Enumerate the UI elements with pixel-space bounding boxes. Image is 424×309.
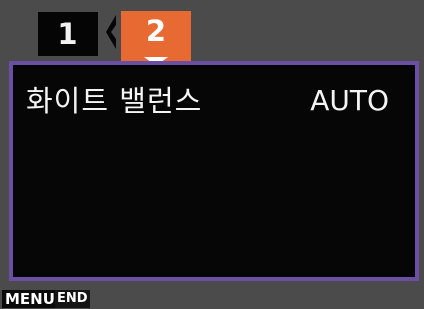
settings-panel: 화이트 밸런스 AUTO bbox=[9, 61, 419, 281]
end-label: END bbox=[55, 290, 90, 308]
tab-1[interactable]: 1 bbox=[38, 12, 98, 56]
menu-tab-bar: 1 2 bbox=[0, 0, 424, 74]
setting-label: 화이트 밸런스 bbox=[26, 84, 203, 118]
footer-bar: MENU END bbox=[0, 289, 424, 309]
menu-key[interactable]: MENU bbox=[2, 290, 58, 308]
chevron-left-icon[interactable] bbox=[103, 14, 117, 50]
tab-2-label: 2 bbox=[145, 14, 167, 48]
setting-value: AUTO bbox=[310, 84, 389, 117]
setting-row-white-balance[interactable]: 화이트 밸런스 AUTO bbox=[13, 81, 415, 121]
camera-menu-screen: 1 2 화이트 밸런스 AUTO MENU END bbox=[0, 0, 424, 309]
